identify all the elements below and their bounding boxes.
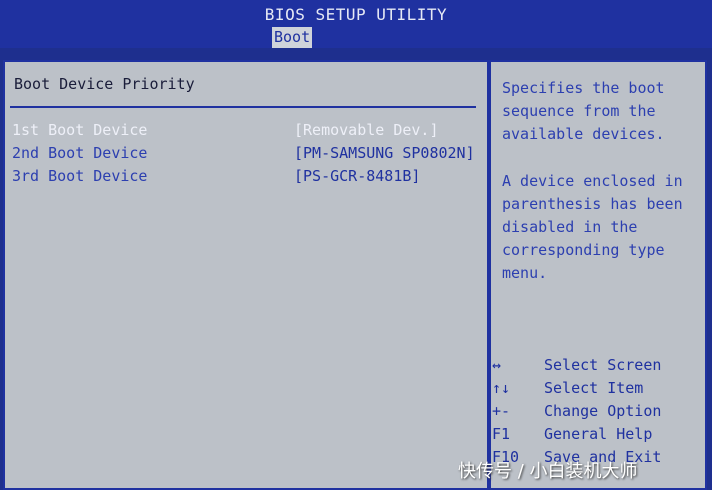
help-line: menu. — [502, 264, 548, 282]
help-line: parenthesis has been — [502, 195, 683, 213]
boot-device-3-value[interactable]: [PS-GCR-8481B] — [294, 166, 420, 186]
key-desc: Change Option — [544, 402, 662, 420]
key-desc: General Help — [544, 425, 653, 443]
help-line: disabled in the — [502, 218, 638, 236]
boot-device-2-label[interactable]: 2nd Boot Device — [12, 143, 147, 163]
key-hint-select-screen: ↔ Select Screen — [492, 354, 692, 377]
section-divider — [10, 106, 476, 108]
help-line: A device enclosed in — [502, 172, 683, 190]
key-hint-select-item: ↑↓ Select Item — [492, 377, 692, 400]
key-hint-general-help: F1 General Help — [492, 423, 692, 446]
boot-device-3-label[interactable]: 3rd Boot Device — [12, 166, 147, 186]
key-desc: Select Screen — [544, 356, 662, 374]
help-line: corresponding type — [502, 241, 665, 259]
section-title: Boot Device Priority — [14, 75, 195, 93]
watermark: 快传号 / 小白装机大师 — [458, 461, 638, 482]
key-hint-change-option: +- Change Option — [492, 400, 692, 423]
boot-device-1-value[interactable]: [Removable Dev.] — [294, 120, 439, 140]
key-desc: Select Item — [544, 379, 644, 397]
key-f1: F1 — [492, 425, 511, 443]
tab-boot[interactable]: Boot — [272, 27, 313, 48]
help-line: Specifies the boot — [502, 79, 665, 97]
left-right-arrow-icon: ↔ — [492, 356, 502, 374]
up-down-arrow-icon: ↑↓ — [492, 379, 511, 397]
help-text-sequence: Specifies the boot sequence from the ava… — [502, 77, 697, 146]
bios-title: BIOS SETUP UTILITY — [264, 5, 448, 24]
plus-minus-icon: +- — [492, 402, 511, 420]
help-text-disabled: A device enclosed in parenthesis has bee… — [502, 170, 697, 285]
boot-device-2-value[interactable]: [PM-SAMSUNG SP0802N] — [294, 143, 475, 163]
help-line: available devices. — [502, 125, 665, 143]
panel-divider — [487, 60, 491, 490]
boot-device-1-label[interactable]: 1st Boot Device — [12, 120, 147, 140]
help-line: sequence from the — [502, 102, 656, 120]
